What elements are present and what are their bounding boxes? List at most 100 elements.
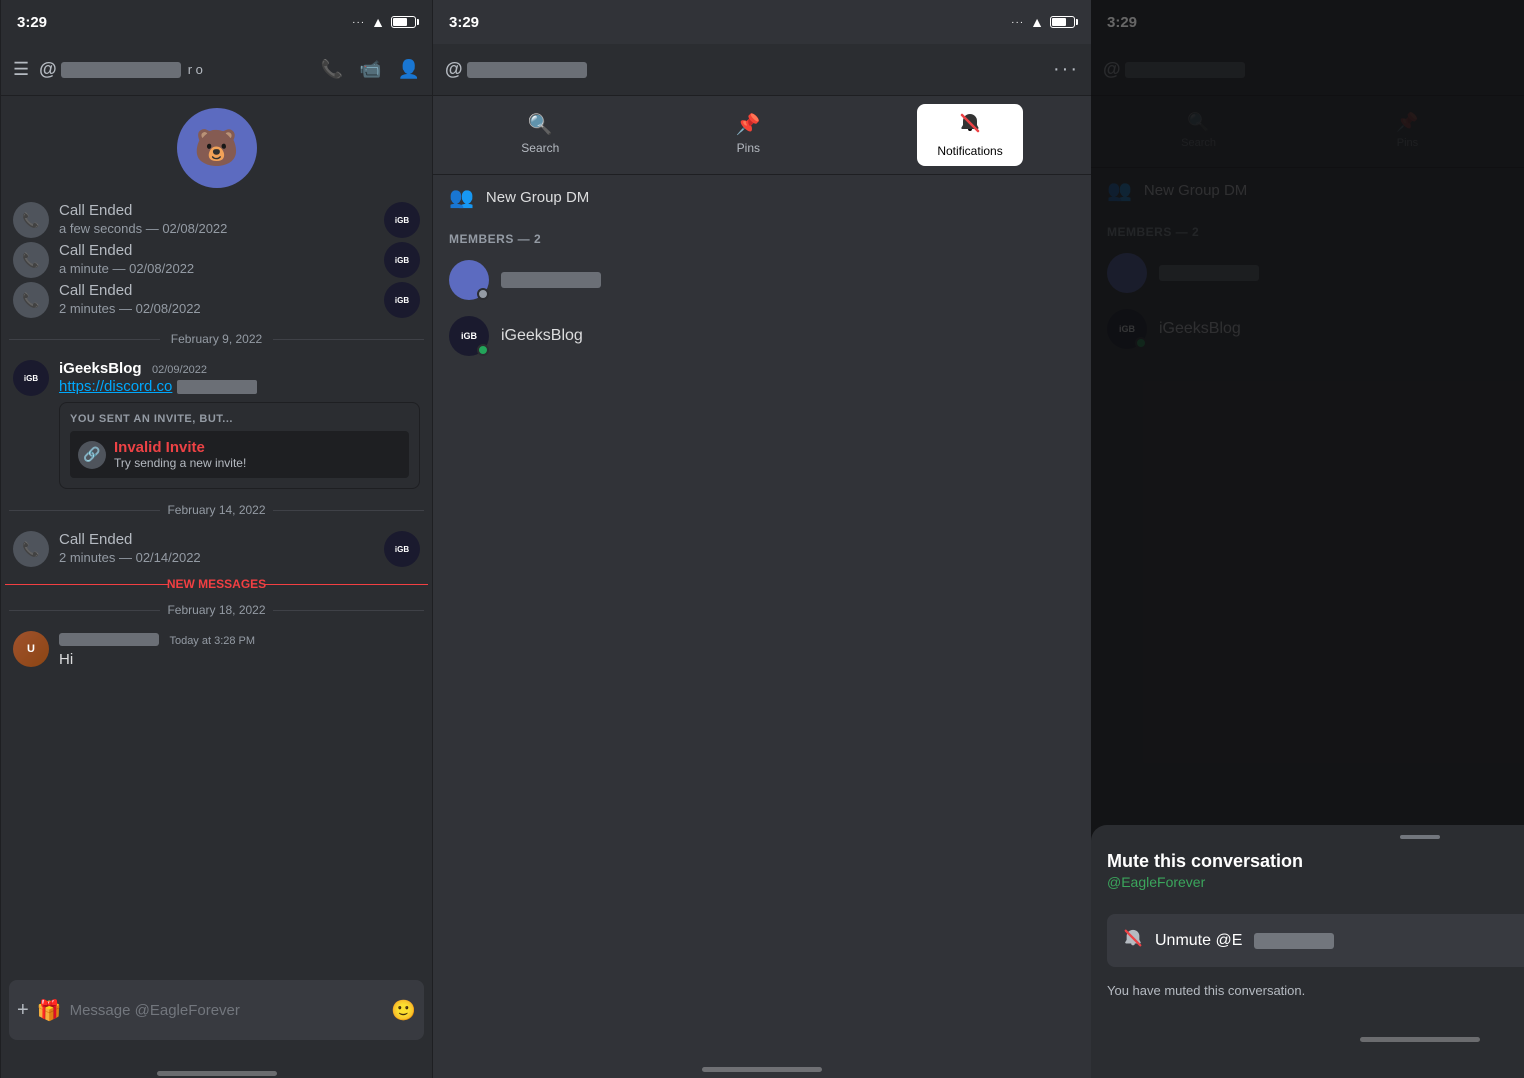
home-bar-3 [1360,1037,1480,1042]
igb-avatar-4: iGB [384,531,420,567]
unmute-option[interactable]: Unmute @E [1107,914,1524,967]
invite-title: Invalid Invite [114,439,246,456]
emoji-button[interactable]: 🙂 [391,998,416,1023]
date-sep-1: February 9, 2022 [1,332,432,346]
igb-avatar-1: iGB [384,202,420,238]
invite-inner: 🔗 Invalid Invite Try sending a new invit… [70,431,409,478]
channel-name-suffix-1: r o [188,62,203,77]
profile-icon[interactable]: 👤 [398,59,420,80]
igb-message-row: iGB iGeeksBlog 02/09/2022 https://discor… [1,358,432,491]
message-row: 📞 Call Ended a few seconds — 02/08/2022 … [1,200,432,240]
unmute-icon [1123,928,1143,953]
invite-sub: Try sending a new invite! [114,456,246,470]
mute-subtitle: @EagleForever [1091,874,1524,906]
chat-area[interactable]: 📞 Call Ended a few seconds — 02/08/2022 … [1,192,432,972]
notifications-tab-icon [959,112,981,140]
message-row: 📞 Call Ended 2 minutes — 02/14/2022 iGB [1,529,432,569]
message-content-3: Call Ended 2 minutes — 02/08/2022 [59,282,374,318]
mute-note: You have muted this conversation. [1091,975,1524,998]
new-messages-label: NEW MESSAGES [167,577,266,591]
status-icons-2: ··· ▲ [1011,14,1075,30]
tab-pins[interactable]: 📌 Pins [716,104,781,166]
call-ended-2: Call Ended [59,242,132,259]
new-messages-divider: NEW MESSAGES [1,577,432,591]
top-bar-2: @ ··· [433,44,1091,96]
home-indicator-1 [1,1048,432,1078]
member-row-igb[interactable]: iGB iGeeksBlog [433,308,1091,364]
channel-name-blurred-1 [61,62,181,78]
date-sep-3: February 18, 2022 [1,603,432,617]
signal-icon-2: ··· [1011,17,1024,28]
search-tab-icon: 🔍 [528,112,553,137]
last-author-blurred [59,633,159,646]
channel-label-1: @ r o [39,59,311,80]
add-button[interactable]: + [17,999,29,1022]
status-icons-1: ··· ▲ [352,14,416,30]
status-bar-1: 3:29 ··· ▲ [1,0,432,44]
pins-tab-icon: 📌 [736,112,761,137]
top-bar-actions-1: 📞 📹 👤 [321,59,420,80]
wifi-icon-2: ▲ [1030,14,1044,30]
member-name-igb: iGeeksBlog [501,327,583,345]
call-icon-1: 📞 [13,202,49,238]
channel-name-blurred-2 [467,62,587,78]
home-bar-2 [702,1067,822,1072]
mute-title: Mute this conversation [1091,851,1524,874]
toolbar-tabs: 🔍 Search 📌 Pins Notifications [433,96,1091,175]
igb-msg-content: iGeeksBlog 02/09/2022 https://discord.co… [59,360,420,489]
gift-button[interactable]: 🎁 [37,998,62,1023]
message-row: 📞 Call Ended a minute — 02/08/2022 iGB [1,240,432,280]
notifications-tab-label: Notifications [937,144,1002,158]
new-group-dm-label: New Group DM [486,189,589,206]
member-row-1[interactable] [433,252,1091,308]
igb-timestamp: 02/09/2022 [152,364,207,376]
panel-channel-info: 3:29 ··· ▲ @ ··· 🔍 Search 📌 Pins [433,0,1091,1078]
call-ended-1: Call Ended [59,202,132,219]
home-indicator-3 [1091,1014,1524,1048]
new-group-dm-icon: 👥 [449,185,474,210]
bottom-sheet-handle [1400,835,1440,839]
status-time-2: 3:29 [449,14,479,31]
home-bar-1 [157,1071,277,1076]
video-icon[interactable]: 📹 [359,59,381,80]
members-section-label: MEMBERS — 2 [433,220,1091,252]
hamburger-icon[interactable]: ☰ [13,59,29,80]
at-icon-1: @ [39,59,57,80]
phone-icon[interactable]: 📞 [321,59,343,80]
panel-mute: 3:29 ··· ▲ @ ··· 🔍 Search 📌 Pins [1091,0,1524,1078]
message-content-1: Call Ended a few seconds — 02/08/2022 [59,202,374,238]
last-timestamp: Today at 3:28 PM [169,635,255,647]
call-time-1: a few seconds — 02/08/2022 [59,221,227,236]
call-time-4: 2 minutes — 02/14/2022 [59,550,201,565]
more-options-icon-2[interactable]: ··· [1053,58,1079,81]
invite-header: YOU SENT AN INVITE, BUT... [70,413,409,425]
message-content-4: Call Ended 2 minutes — 02/14/2022 [59,531,374,567]
last-msg-text: Hi [59,651,73,668]
igb-avatar-msg: iGB [13,360,49,396]
igb-link[interactable]: https://discord.co [59,378,172,395]
home-indicator-2 [433,1044,1091,1078]
igb-link-blurred [177,380,257,394]
bear-mascot: 🐻 [177,108,257,188]
wifi-icon-1: ▲ [371,14,385,30]
call-ended-4: Call Ended [59,531,132,548]
call-ended-3: Call Ended [59,282,132,299]
message-input[interactable]: Message @EagleForever [70,1002,384,1019]
battery-icon-1 [391,16,416,28]
date-sep-2: February 14, 2022 [1,503,432,517]
member-avatar-igb: iGB [449,316,489,356]
igb-avatar-3: iGB [384,282,420,318]
signal-icon-1: ··· [352,17,365,28]
pins-tab-label: Pins [737,141,760,155]
user-avatar: U [13,631,49,667]
status-bar-2: 3:29 ··· ▲ [433,0,1091,44]
mascot-area: 🐻 [1,96,432,192]
call-time-3: 2 minutes — 02/08/2022 [59,301,201,316]
tab-search[interactable]: 🔍 Search [501,104,579,166]
new-group-dm-action[interactable]: 👥 New Group DM [433,175,1091,220]
battery-icon-2 [1050,16,1075,28]
channel-label-2: @ [445,59,1043,80]
tab-notifications[interactable]: Notifications [917,104,1022,166]
mute-bottom-sheet: Mute this conversation @EagleForever Unm… [1091,825,1524,1078]
message-row: 📞 Call Ended 2 minutes — 02/08/2022 iGB [1,280,432,320]
